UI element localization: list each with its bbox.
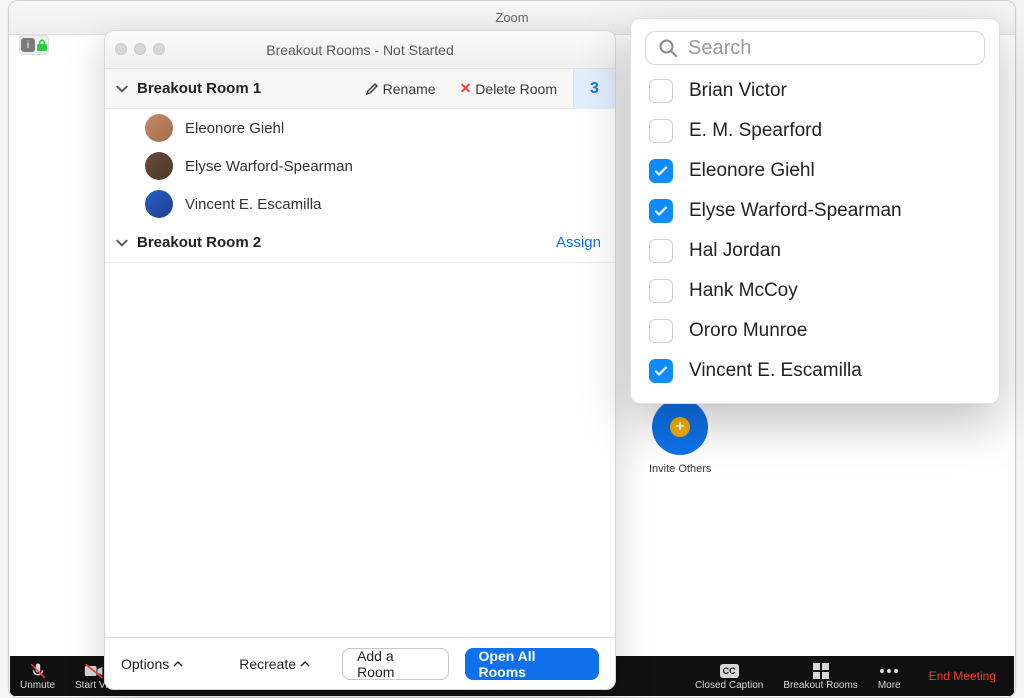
delete-room-button[interactable]: ✕ Delete Room bbox=[452, 80, 565, 97]
breakout-rooms-modal: Breakout Rooms - Not Started Breakout Ro… bbox=[104, 30, 616, 690]
participant-checklist: Brian Victor E. M. Spearford Eleonore Gieh… bbox=[645, 71, 985, 391]
room-header-2[interactable]: Breakout Room 2 Assign bbox=[105, 223, 615, 263]
modal-body: Breakout Room 1 Rename ✕ Delete Room 3 E… bbox=[105, 69, 615, 637]
invite-others-label: Invite Others bbox=[649, 463, 711, 475]
zoom-window-icon[interactable] bbox=[153, 43, 165, 55]
checkbox[interactable] bbox=[649, 119, 673, 143]
participant-name: Elyse Warford-Spearman bbox=[185, 158, 353, 175]
grid-icon bbox=[813, 662, 829, 680]
invite-others-button[interactable]: + bbox=[652, 399, 708, 455]
rename-room-button[interactable]: Rename bbox=[357, 81, 444, 97]
breakout-label: Breakout Rooms bbox=[783, 680, 857, 691]
participant-checkbox-row[interactable]: Ororo Munroe bbox=[645, 311, 985, 351]
participant-name: Eleonore Giehl bbox=[185, 120, 284, 137]
add-room-button[interactable]: Add a Room bbox=[342, 648, 448, 680]
x-icon: ✕ bbox=[460, 80, 472, 97]
participant-name: Brian Victor bbox=[689, 80, 787, 102]
check-icon bbox=[654, 364, 668, 378]
recreate-label: Recreate bbox=[239, 656, 296, 672]
participant-checkbox-row[interactable]: Eleonore Giehl bbox=[645, 151, 985, 191]
participant-row[interactable]: Vincent E. Escamilla bbox=[105, 185, 615, 223]
closed-caption-button[interactable]: CC Closed Caption bbox=[685, 656, 773, 696]
checkbox[interactable] bbox=[649, 79, 673, 103]
delete-label: Delete Room bbox=[475, 81, 557, 97]
participant-name: Eleonore Giehl bbox=[689, 160, 815, 182]
participant-name: E. M. Spearford bbox=[689, 120, 822, 142]
meeting-security-badge[interactable]: i bbox=[19, 35, 49, 55]
avatar bbox=[145, 114, 173, 142]
room-1-name: Breakout Room 1 bbox=[137, 80, 261, 97]
participant-checkbox-row[interactable]: Hank McCoy bbox=[645, 271, 985, 311]
more-button[interactable]: More bbox=[868, 656, 911, 696]
check-icon bbox=[654, 204, 668, 218]
checkbox[interactable] bbox=[649, 319, 673, 343]
open-all-rooms-button[interactable]: Open All Rooms bbox=[465, 648, 599, 680]
participant-checkbox-row[interactable]: E. M. Spearford bbox=[645, 111, 985, 151]
checkbox[interactable] bbox=[649, 239, 673, 263]
mic-muted-icon bbox=[29, 662, 47, 680]
participant-checkbox-row[interactable]: Vincent E. Escamilla bbox=[645, 351, 985, 391]
chevron-up-icon bbox=[300, 659, 310, 669]
avatar bbox=[145, 190, 173, 218]
participant-checkbox-row[interactable]: Brian Victor bbox=[645, 71, 985, 111]
participant-name: Elyse Warford-Spearman bbox=[689, 200, 902, 222]
checkbox[interactable] bbox=[649, 279, 673, 303]
check-icon bbox=[654, 164, 668, 178]
avatar bbox=[145, 152, 173, 180]
participant-checkbox-row[interactable]: Hal Jordan bbox=[645, 231, 985, 271]
room-2-name: Breakout Room 2 bbox=[137, 234, 261, 251]
checkbox[interactable] bbox=[649, 359, 673, 383]
window-controls[interactable] bbox=[115, 43, 165, 55]
end-meeting-button[interactable]: End Meeting bbox=[911, 669, 1014, 683]
open-all-label: Open All Rooms bbox=[479, 648, 585, 680]
assign-button[interactable]: Assign bbox=[556, 234, 605, 251]
participant-name: Ororo Munroe bbox=[689, 320, 807, 342]
participant-name: Vincent E. Escamilla bbox=[689, 360, 862, 382]
options-label: Options bbox=[121, 656, 169, 672]
options-menu[interactable]: Options bbox=[121, 656, 183, 672]
participant-checkbox-row[interactable]: Elyse Warford-Spearman bbox=[645, 191, 985, 231]
add-room-label: Add a Room bbox=[357, 648, 433, 680]
chevron-down-icon bbox=[115, 82, 129, 96]
more-icon bbox=[879, 662, 899, 680]
participant-row[interactable]: Eleonore Giehl bbox=[105, 109, 615, 147]
plus-icon: + bbox=[670, 417, 690, 437]
unmute-button[interactable]: Unmute bbox=[10, 656, 65, 696]
checkbox[interactable] bbox=[649, 159, 673, 183]
checkbox[interactable] bbox=[649, 199, 673, 223]
modal-title: Breakout Rooms - Not Started bbox=[266, 42, 454, 58]
info-icon: i bbox=[21, 38, 35, 52]
breakout-rooms-button[interactable]: Breakout Rooms bbox=[773, 656, 867, 696]
participant-name: Hank McCoy bbox=[689, 280, 798, 302]
lock-icon bbox=[37, 39, 47, 51]
participant-row[interactable]: Elyse Warford-Spearman bbox=[105, 147, 615, 185]
search-input[interactable] bbox=[688, 37, 972, 60]
rename-label: Rename bbox=[383, 81, 436, 97]
participant-name: Vincent E. Escamilla bbox=[185, 196, 321, 213]
minimize-window-icon[interactable] bbox=[134, 43, 146, 55]
cc-label: Closed Caption bbox=[695, 680, 763, 691]
modal-footer: Options Recreate Add a Room Open All Roo… bbox=[105, 637, 615, 689]
more-label: More bbox=[878, 680, 901, 691]
video-off-icon bbox=[84, 662, 104, 680]
search-field[interactable] bbox=[645, 31, 985, 65]
main-window-title: Zoom bbox=[495, 10, 528, 25]
close-window-icon[interactable] bbox=[115, 43, 127, 55]
end-meeting-label: End Meeting bbox=[929, 669, 996, 683]
participant-name: Hal Jordan bbox=[689, 240, 781, 262]
recreate-menu[interactable]: Recreate bbox=[239, 656, 310, 672]
chevron-up-icon bbox=[173, 659, 183, 669]
room-1-count[interactable]: 3 bbox=[573, 69, 615, 109]
invite-others[interactable]: + Invite Others bbox=[649, 399, 711, 475]
search-icon bbox=[658, 38, 678, 58]
chevron-down-icon bbox=[115, 236, 129, 250]
cc-icon: CC bbox=[720, 662, 739, 680]
assign-participants-popover: Brian Victor E. M. Spearford Eleonore Gieh… bbox=[630, 18, 1000, 404]
modal-titlebar[interactable]: Breakout Rooms - Not Started bbox=[105, 31, 615, 69]
pencil-icon bbox=[365, 82, 379, 96]
unmute-label: Unmute bbox=[20, 680, 55, 691]
room-header-1[interactable]: Breakout Room 1 Rename ✕ Delete Room 3 bbox=[105, 69, 615, 109]
